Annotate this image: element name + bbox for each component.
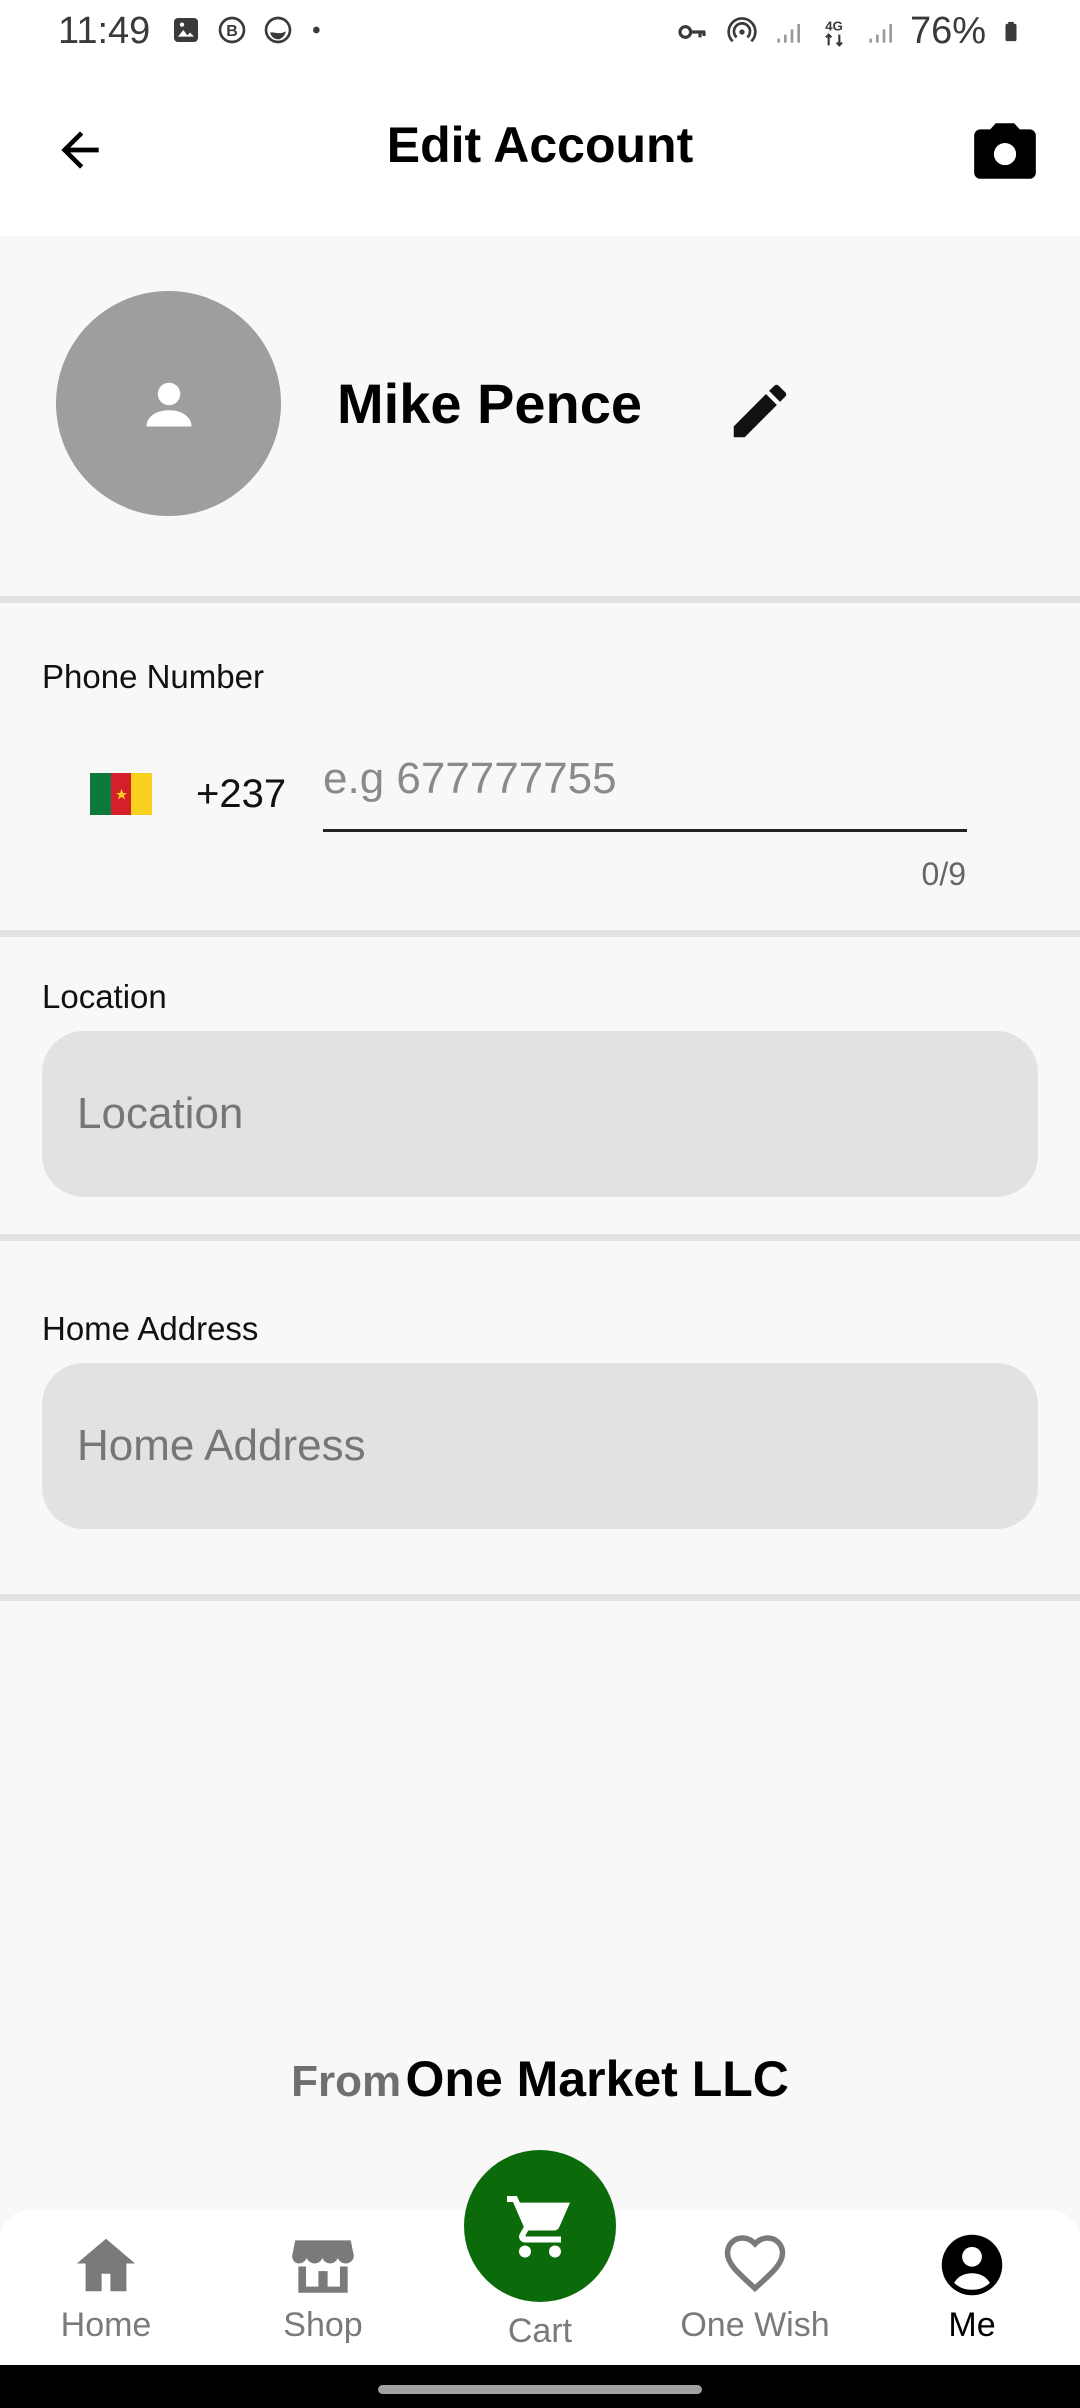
divider — [0, 1594, 1080, 1601]
nav-label-me: Me — [948, 2306, 996, 2344]
home-icon — [76, 2238, 136, 2292]
nav-me[interactable]: Me — [892, 2230, 1052, 2345]
divider — [0, 930, 1080, 937]
footer-prefix: From — [291, 2057, 402, 2106]
status-icons-right: 4G 76% — [672, 10, 1022, 53]
home-address-label: Home Address — [42, 1310, 259, 1347]
nav-shop[interactable]: Shop — [243, 2230, 403, 2345]
nav-label-cart: Cart — [507, 2312, 573, 2350]
camera-icon — [974, 123, 1036, 179]
b-badge-icon: B — [218, 16, 246, 44]
gesture-navigation-bar — [0, 2365, 1080, 2408]
divider — [0, 1234, 1080, 1241]
svg-text:4G: 4G — [825, 18, 843, 33]
phone-input[interactable] — [323, 728, 967, 832]
nav-one-wish[interactable]: One Wish — [675, 2230, 835, 2345]
phone-label: Phone Number — [42, 658, 264, 695]
hotspot-icon — [727, 16, 757, 42]
footer-company: One Market LLC — [405, 2051, 789, 2107]
divider — [0, 596, 1080, 603]
country-code[interactable]: +237 — [196, 772, 286, 817]
profile-name: Mike Pence — [337, 372, 643, 435]
signal-icon-2 — [869, 23, 892, 43]
nav-home[interactable]: Home — [26, 2230, 186, 2345]
phone-char-counter: 0/9 — [921, 856, 966, 892]
location-field[interactable] — [42, 1031, 1038, 1197]
vpn-app-icon — [264, 16, 292, 44]
status-bar: 11:49 B 4G 76% — [0, 0, 1080, 66]
app-bar: Edit Account — [0, 66, 1080, 236]
camera-button[interactable] — [960, 106, 1050, 196]
status-icons-left: B — [170, 14, 328, 46]
signal-icon — [777, 23, 800, 43]
battery-percent: 76% — [909, 10, 986, 52]
gesture-handle[interactable] — [378, 2385, 702, 2394]
nav-label-shop: Shop — [283, 2306, 363, 2344]
heart-icon — [724, 2235, 786, 2293]
cart-icon — [507, 2196, 570, 2258]
nav-label-one-wish: One Wish — [680, 2306, 830, 2344]
person-icon — [146, 382, 191, 426]
edit-name-button[interactable] — [715, 366, 805, 456]
status-time: 11:49 — [58, 10, 151, 52]
key-icon — [678, 24, 706, 39]
gallery-icon — [174, 18, 198, 42]
nav-label-home: Home — [60, 2306, 152, 2344]
svg-text:B: B — [226, 23, 238, 40]
page-title: Edit Account — [386, 117, 694, 173]
avatar[interactable] — [56, 291, 281, 516]
cart-button[interactable] — [464, 2150, 616, 2302]
shop-icon — [292, 2240, 354, 2293]
account-circle-icon — [941, 2234, 1003, 2296]
footer-credit: From One Market LLC — [0, 2050, 1080, 2108]
cameroon-flag[interactable] — [90, 773, 153, 815]
home-address-field[interactable] — [42, 1363, 1038, 1529]
location-label: Location — [42, 978, 167, 1015]
dot-icon — [313, 26, 320, 34]
pencil-icon — [733, 384, 787, 438]
4g-icon: 4G — [825, 18, 843, 47]
profile-header: Mike Pence — [0, 236, 1080, 596]
battery-icon — [1005, 21, 1017, 41]
